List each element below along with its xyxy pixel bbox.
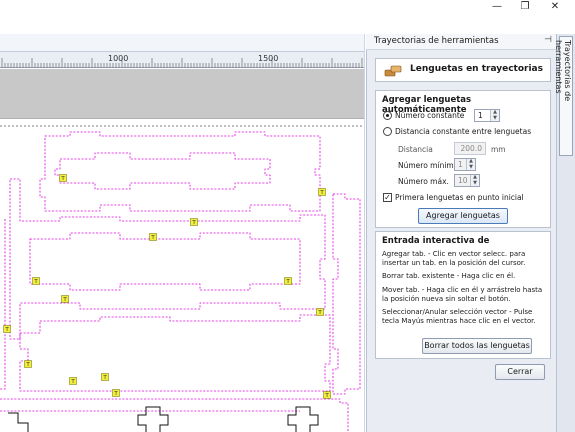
tab-marker[interactable]: T xyxy=(318,188,326,197)
title-bar: — ❐ ✕ xyxy=(0,0,575,14)
min-number-value: 1 xyxy=(458,160,463,169)
tab-marker[interactable]: T xyxy=(32,277,40,286)
auto-tabs-section: Agregar lenguetas automáticamente Número… xyxy=(375,90,551,228)
pin-icon[interactable]: ⊣ xyxy=(544,35,552,45)
tab-marker-label: T xyxy=(113,391,118,397)
stepper-arrows-icon[interactable]: ▲ ▼ xyxy=(466,158,475,170)
interactive-section: Entrada interactiva de Agregar tab. - Cl… xyxy=(375,231,551,359)
distance-label: Distancia xyxy=(398,145,433,154)
help-move-tab: Mover tab. - Haga clic en él y arrástrel… xyxy=(382,286,543,303)
tab-marker[interactable]: T xyxy=(112,389,120,398)
ruler-label-1500: 1500 xyxy=(258,54,279,63)
drawing-canvas[interactable]: 1000 1500 T T T T T T T T T T T T T T xyxy=(0,34,365,432)
tab-marker[interactable]: T xyxy=(190,218,198,227)
max-number-stepper[interactable]: 10 ▲ ▼ xyxy=(454,174,480,187)
tabs-header-title: Lenguetas en trayectorias xyxy=(410,64,543,74)
panel-title: Trayectorias de herramientas xyxy=(374,36,499,46)
constant-number-stepper[interactable]: 1 ▲ ▼ xyxy=(474,109,500,122)
distance-unit: mm xyxy=(491,145,506,154)
tab-marker-label: T xyxy=(60,176,65,182)
tab-marker-label: T xyxy=(319,190,324,196)
first-tab-checkbox[interactable]: ✓ xyxy=(383,193,392,202)
tab-marker-label: T xyxy=(324,393,329,399)
clear-all-tabs-button[interactable]: Borrar todos las lenguetas xyxy=(422,338,532,354)
tab-marker-label: T xyxy=(102,375,107,381)
tab-marker[interactable]: T xyxy=(323,391,331,400)
tab-marker-label: T xyxy=(33,279,38,285)
constant-distance-label: Distancia constante entre lenguetas xyxy=(395,127,532,136)
tab-marker[interactable]: T xyxy=(284,277,292,286)
help-delete-tab: Borrar tab. existente - Haga clic en él. xyxy=(382,272,516,280)
tab-marker[interactable]: T xyxy=(61,295,69,304)
add-tabs-button[interactable]: Agregar lenguetas xyxy=(418,208,508,224)
min-number-stepper[interactable]: 1 ▲ ▼ xyxy=(454,158,476,171)
close-window-button[interactable]: ✕ xyxy=(541,0,569,14)
tabs-header: Lenguetas en trayectorias xyxy=(375,58,551,82)
stepper-arrows-icon[interactable]: ▲ ▼ xyxy=(470,174,479,186)
side-tab-label: Trayectorias de herramientas xyxy=(554,40,572,102)
tab-marker[interactable]: T xyxy=(316,308,324,317)
tab-marker[interactable]: T xyxy=(3,325,11,334)
constant-number-radio[interactable] xyxy=(383,111,392,120)
ruler-label-1000: 1000 xyxy=(108,54,129,63)
tab-marker-label: T xyxy=(4,327,9,333)
max-number-value: 10 xyxy=(458,176,468,185)
minimize-button[interactable]: — xyxy=(483,0,511,14)
tab-marker-label: T xyxy=(191,220,196,226)
tabs-tool-icon xyxy=(384,65,402,77)
tab-marker-label: T xyxy=(317,310,322,316)
tab-marker[interactable]: T xyxy=(149,233,157,242)
constant-distance-radio[interactable] xyxy=(383,127,392,136)
toolpath-panel: Lenguetas en trayectorias Agregar lengue… xyxy=(366,34,556,432)
constant-number-value: 1 xyxy=(478,111,483,120)
tab-marker-label: T xyxy=(70,379,75,385)
max-number-label: Número máx. xyxy=(398,177,449,186)
tab-marker-label: T xyxy=(25,362,30,368)
tab-marker[interactable]: T xyxy=(101,373,109,382)
panel-title-bar: Trayectorias de herramientas ⊣ xyxy=(366,34,556,50)
material-edge-band xyxy=(0,69,364,119)
ruler-ticks xyxy=(1,58,363,68)
stepper-arrows-icon[interactable]: ▲ ▼ xyxy=(490,109,499,121)
restore-button[interactable]: ❐ xyxy=(511,0,539,14)
tab-marker-label: T xyxy=(285,279,290,285)
tab-marker[interactable]: T xyxy=(24,360,32,369)
constant-number-label: Número constante xyxy=(395,111,465,120)
distance-field[interactable]: 200.0 xyxy=(454,142,486,155)
min-number-label: Número mínimo xyxy=(398,161,459,170)
help-select-vector: Seleccionar/Anular selección vector - Pu… xyxy=(382,308,536,325)
tab-markers[interactable]: T T T T T T T T T T T T T T xyxy=(3,174,331,400)
app-window: — ❐ ✕ 1000 1500 T T T T T T T T T T T T … xyxy=(0,0,575,432)
horizontal-ruler: 1000 1500 xyxy=(0,34,364,68)
tab-marker[interactable]: T xyxy=(59,174,67,183)
first-tab-label: Primera lenguetas en punto inicial xyxy=(395,193,524,202)
toolpath-drawing[interactable]: T T T T T T T T T T T T T T xyxy=(0,119,365,432)
interactive-section-title: Entrada interactiva de xyxy=(382,236,490,246)
tab-marker-label: T xyxy=(150,235,155,241)
tab-marker[interactable]: T xyxy=(69,377,77,386)
tab-marker-label: T xyxy=(62,297,67,303)
toolpath-vectors[interactable] xyxy=(0,131,361,432)
close-button[interactable]: Cerrar xyxy=(495,364,545,380)
help-add-tab: Agregar tab. - Clic en vector selecc. pa… xyxy=(382,250,526,267)
